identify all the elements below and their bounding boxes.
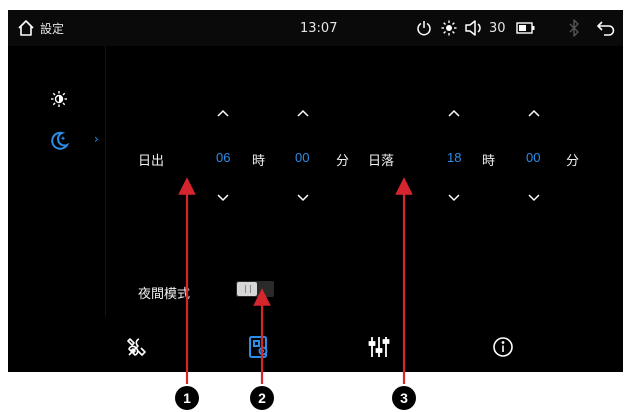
sunrise-minute-down-button[interactable] [295,192,311,204]
annotation-badge-1: 1 [175,386,199,410]
side-nav: › [8,46,105,316]
sunrise-hour-up-button[interactable] [215,107,231,119]
home-icon[interactable] [16,10,36,46]
toggle-knob [237,282,257,296]
sidebar-divider [105,46,106,316]
sunrise-minute-unit: 分 [336,153,350,168]
sunset-hour-unit: 時 [482,153,496,168]
back-arrow-icon[interactable] [596,10,616,46]
status-bar: 設定 13:07 30 [8,10,623,46]
bottom-tab-bar [8,322,623,372]
annotation-badge-3: 3 [392,386,416,410]
sunset-hour-value[interactable]: 18 [447,150,461,165]
power-icon[interactable] [416,10,432,46]
night-mode-toggle[interactable] [236,281,274,297]
sunrise-label: 日出 [138,153,165,168]
sunrise-minute-value[interactable]: 00 [295,150,309,165]
brightness-icon[interactable] [44,84,74,114]
sunset-minute-value[interactable]: 00 [526,150,540,165]
page-title: 設定 [40,21,65,36]
speaker-icon[interactable] [465,10,483,46]
sunset-hour-down-button[interactable] [446,192,462,204]
sunrise-hour-unit: 時 [252,153,266,168]
info-icon[interactable] [488,332,518,362]
battery-icon [516,10,536,46]
sunset-minute-up-button[interactable] [526,107,542,119]
sunset-minute-down-button[interactable] [526,192,542,204]
display-settings-icon[interactable] [244,332,274,362]
volume-level: 30 [489,20,506,36]
sunrise-hour-value[interactable]: 06 [216,150,230,165]
car-settings-screen: 設定 13:07 30 › 日出 06 時 00 分 日落 18 時 00 分 … [8,10,623,372]
active-indicator-arrow: › [94,132,99,146]
brightness-icon[interactable] [441,10,457,46]
sunset-minute-unit: 分 [566,153,580,168]
night-moon-icon[interactable] [44,126,74,156]
annotation-badge-2: 2 [250,386,274,410]
sunset-hour-up-button[interactable] [446,107,462,119]
bluetooth-icon[interactable] [568,10,580,46]
tools-icon[interactable] [122,332,152,362]
equalizer-icon[interactable] [364,332,394,362]
sunrise-minute-up-button[interactable] [295,107,311,119]
clock: 13:07 [300,20,338,36]
sunset-label: 日落 [368,153,395,168]
sunrise-hour-down-button[interactable] [215,192,231,204]
night-mode-label: 夜間模式 [138,286,191,301]
